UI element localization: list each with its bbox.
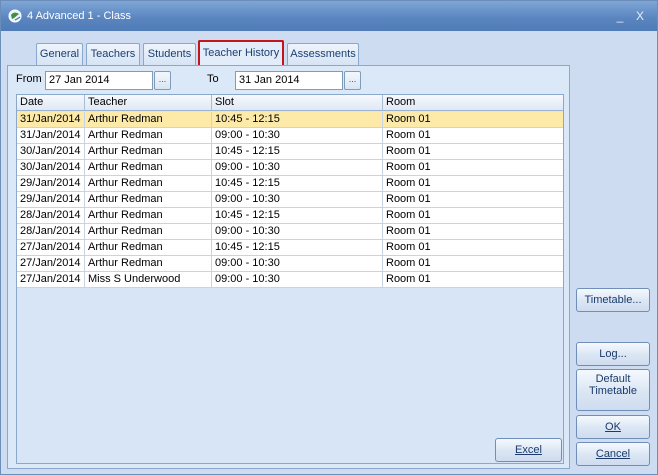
cell-slot: 10:45 - 12:15 xyxy=(212,144,383,159)
table-row[interactable]: 27/Jan/2014 Miss S Underwood 09:00 - 10:30… xyxy=(17,272,563,288)
log-button-label: Log... xyxy=(599,348,627,360)
cell-teacher: Arthur Redman xyxy=(85,112,212,127)
to-label: To xyxy=(207,73,219,85)
cell-room: Room 01 xyxy=(386,225,431,237)
cell-date: 28/Jan/2014 xyxy=(17,208,85,223)
tab-assessments[interactable]: Assessments xyxy=(287,43,359,65)
cell-slot: 10:45 - 12:15 xyxy=(212,208,383,223)
log-button[interactable]: Log... xyxy=(576,342,650,366)
table-row[interactable]: 29/Jan/2014 Arthur Redman 10:45 - 12:15 Roo… xyxy=(17,176,563,192)
default-timetable-button[interactable]: Default Timetable xyxy=(576,369,650,411)
from-date-picker-button[interactable]: ... xyxy=(154,71,171,90)
cell-date: 27/Jan/2014 xyxy=(17,240,85,255)
cell-slot: 09:00 - 10:30 xyxy=(212,160,383,175)
cell-slot: 09:00 - 10:30 xyxy=(212,272,383,287)
cell-date: 27/Jan/2014 xyxy=(17,256,85,271)
cell-room: Room 01 xyxy=(386,113,431,125)
cancel-button[interactable]: Cancel xyxy=(576,442,650,466)
cell-slot: 09:00 - 10:30 xyxy=(212,192,383,207)
cell-room: Room 01 xyxy=(386,193,431,205)
cell-room: Room 01 xyxy=(386,177,431,189)
cell-teacher: Arthur Redman xyxy=(85,224,212,239)
cell-teacher: Arthur Redman xyxy=(85,256,212,271)
cell-slot: 09:00 - 10:30 xyxy=(212,224,383,239)
table-row[interactable]: 27/Jan/2014 Arthur Redman 10:45 - 12:15 Roo… xyxy=(17,240,563,256)
cell-date: 31/Jan/2014 xyxy=(17,112,85,127)
window-title: 4 Advanced 1 - Class xyxy=(27,10,131,22)
tab-general[interactable]: General xyxy=(36,43,83,65)
table-row[interactable]: 30/Jan/2014 Arthur Redman 10:45 - 12:15 Roo… xyxy=(17,144,563,160)
cell-date: 31/Jan/2014 xyxy=(17,128,85,143)
cell-date: 29/Jan/2014 xyxy=(17,192,85,207)
tab-teachers[interactable]: Teachers xyxy=(86,43,140,65)
cell-teacher: Arthur Redman xyxy=(85,208,212,223)
cell-room: Room 01 xyxy=(386,241,431,253)
cell-teacher: Miss S Underwood xyxy=(85,272,212,287)
table-row[interactable]: 30/Jan/2014 Arthur Redman 09:00 - 10:30 Roo… xyxy=(17,160,563,176)
cell-room: Room 01 xyxy=(386,209,431,221)
cell-room: Room 01 xyxy=(386,257,431,269)
timetable-button-label: Timetable... xyxy=(584,294,642,306)
cell-slot: 09:00 - 10:30 xyxy=(212,256,383,271)
window-client-area: General Teachers Students Teacher Histor… xyxy=(2,31,656,474)
default-timetable-label-line2: Timetable xyxy=(589,385,637,397)
cell-date: 28/Jan/2014 xyxy=(17,224,85,239)
from-label: From xyxy=(16,73,42,85)
table-row[interactable]: 27/Jan/2014 Arthur Redman 09:00 - 10:30 Roo… xyxy=(17,256,563,272)
close-button[interactable]: X xyxy=(633,10,647,22)
app-globe-icon xyxy=(8,9,22,23)
table-row[interactable]: 28/Jan/2014 Arthur Redman 09:00 - 10:30 Roo… xyxy=(17,224,563,240)
title-bar[interactable]: 4 Advanced 1 - Class _ X xyxy=(1,1,657,31)
cell-slot: 10:45 - 12:15 xyxy=(212,240,383,255)
table-row[interactable]: 31/Jan/2014 Arthur Redman 09:00 - 10:30 Roo… xyxy=(17,128,563,144)
cell-slot: 09:00 - 10:30 xyxy=(212,128,383,143)
cancel-button-label: Cancel xyxy=(595,448,631,460)
class-window: 4 Advanced 1 - Class _ X General Teacher… xyxy=(0,0,658,475)
excel-button[interactable]: Excel xyxy=(495,438,562,462)
cell-teacher: Arthur Redman xyxy=(85,176,212,191)
cell-teacher: Arthur Redman xyxy=(85,160,212,175)
cell-room: Room 01 xyxy=(386,273,431,285)
grid-header: Date Teacher Slot Room xyxy=(17,95,563,111)
cell-teacher: Arthur Redman xyxy=(85,240,212,255)
cell-date: 30/Jan/2014 xyxy=(17,144,85,159)
cell-date: 30/Jan/2014 xyxy=(17,160,85,175)
teacher-history-grid[interactable]: Date Teacher Slot Room 31/Jan/2014 Arthur… xyxy=(16,94,564,464)
column-header-slot[interactable]: Slot xyxy=(212,95,383,111)
minimize-button[interactable]: _ xyxy=(613,10,627,22)
timetable-button[interactable]: Timetable... xyxy=(576,288,650,312)
default-timetable-label-line1: Default xyxy=(595,373,631,385)
ok-button-label: OK xyxy=(605,421,621,433)
cell-room: Room 01 xyxy=(386,161,431,173)
to-date-picker-button[interactable]: ... xyxy=(344,71,361,90)
cell-room: Room 01 xyxy=(386,129,431,141)
table-row[interactable]: 31/Jan/2014 Arthur Redman 10:45 - 12:15 Roo… xyxy=(17,112,563,128)
teacher-history-panel: From 27 Jan 2014 ... To 31 Jan 2014 ... … xyxy=(7,65,570,469)
ok-button[interactable]: OK xyxy=(576,415,650,439)
excel-button-label: Excel xyxy=(515,444,542,456)
cell-teacher: Arthur Redman xyxy=(85,192,212,207)
from-date-field[interactable]: 27 Jan 2014 xyxy=(45,71,153,90)
tab-students[interactable]: Students xyxy=(143,43,196,65)
cell-teacher: Arthur Redman xyxy=(85,128,212,143)
to-date-field[interactable]: 31 Jan 2014 xyxy=(235,71,343,90)
column-header-room[interactable]: Room xyxy=(383,95,563,111)
tab-teacher-history[interactable]: Teacher History xyxy=(198,40,284,65)
cell-teacher: Arthur Redman xyxy=(85,144,212,159)
cell-date: 29/Jan/2014 xyxy=(17,176,85,191)
column-header-teacher[interactable]: Teacher xyxy=(85,95,212,111)
cell-slot: 10:45 - 12:15 xyxy=(212,176,383,191)
table-row[interactable]: 28/Jan/2014 Arthur Redman 10:45 - 12:15 Roo… xyxy=(17,208,563,224)
cell-room: Room 01 xyxy=(386,145,431,157)
cell-slot: 10:45 - 12:15 xyxy=(212,112,383,127)
table-row[interactable]: 29/Jan/2014 Arthur Redman 09:00 - 10:30 Roo… xyxy=(17,192,563,208)
cell-date: 27/Jan/2014 xyxy=(17,272,85,287)
column-header-date[interactable]: Date xyxy=(17,95,85,111)
